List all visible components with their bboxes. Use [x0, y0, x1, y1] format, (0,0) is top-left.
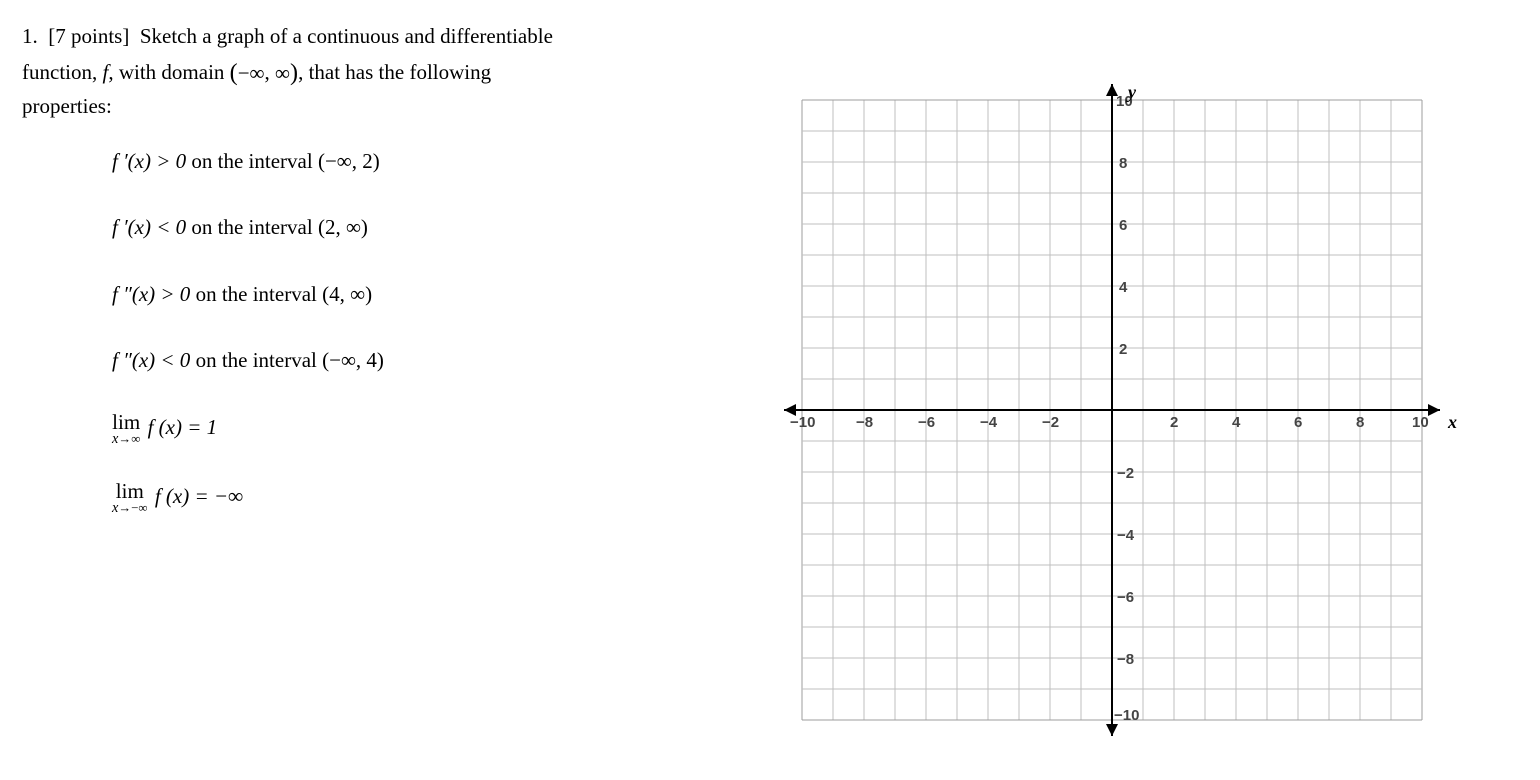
prop3-lhs: f ″(x) > 0	[112, 282, 190, 306]
property-list: f ′(x) > 0 on the interval (−∞, 2) f ′(x…	[22, 145, 702, 516]
xtick-neg10: −10	[790, 414, 815, 431]
problem-text: 1. [7 points] Sketch a graph of a contin…	[22, 20, 712, 549]
problem-number: 1.	[22, 24, 38, 48]
prop2-int: (2, ∞)	[318, 215, 368, 239]
ytick-neg4: −4	[1117, 527, 1135, 544]
prop4-int: (−∞, 4)	[322, 348, 384, 372]
prop2-lhs: f ′(x) < 0	[112, 215, 186, 239]
domain-close: )	[290, 59, 298, 86]
prop1-int: (−∞, 2)	[318, 149, 380, 173]
prop6-rhs: f (x) = −∞	[155, 484, 243, 508]
xtick-6: 6	[1294, 414, 1302, 431]
xtick-neg8: −8	[856, 414, 873, 431]
limit-6: lim x→−∞	[112, 481, 148, 515]
prop1-mid: on the interval	[186, 149, 318, 173]
page: 1. [7 points] Sketch a graph of a contin…	[22, 20, 1520, 740]
property-4: f ″(x) < 0 on the interval (−∞, 4)	[112, 344, 702, 377]
limit-5: lim x→∞	[112, 412, 140, 446]
arrow-right-icon	[1428, 404, 1440, 416]
x-axis-label: x	[1447, 412, 1457, 432]
lim5-bot: x→∞	[112, 432, 140, 446]
prop2-mid: on the interval	[186, 215, 318, 239]
graph-area: −10 −8 −6 −4 −2 2 4 6 8 10 10 8 6 4 2 −2…	[712, 20, 1502, 740]
lim5-top: lim	[112, 412, 140, 433]
intro-line2c: , that has the following	[298, 60, 491, 84]
xtick-neg2: −2	[1042, 414, 1059, 431]
xtick-neg4: −4	[980, 414, 998, 431]
ytick-4: 4	[1119, 279, 1128, 296]
property-2: f ′(x) < 0 on the interval (2, ∞)	[112, 211, 702, 244]
problem-points: [7 points]	[48, 24, 129, 48]
property-6: lim x→−∞ f (x) = −∞	[112, 480, 702, 515]
intro-line1: Sketch a graph of a continuous and diffe…	[140, 24, 553, 48]
lim6-bot: x→−∞	[112, 501, 148, 515]
coordinate-grid: −10 −8 −6 −4 −2 2 4 6 8 10 10 8 6 4 2 −2…	[722, 80, 1502, 740]
domain-comma: ,	[265, 60, 276, 84]
xtick-10: 10	[1412, 414, 1429, 431]
xtick-4: 4	[1232, 414, 1241, 431]
y-axis-label: y	[1126, 82, 1137, 102]
prop4-mid: on the interval	[190, 348, 322, 372]
problem-intro: 1. [7 points] Sketch a graph of a contin…	[22, 20, 702, 123]
prop3-mid: on the interval	[190, 282, 322, 306]
lim6-top: lim	[112, 481, 148, 502]
xtick-2: 2	[1170, 414, 1178, 431]
property-1: f ′(x) > 0 on the interval (−∞, 2)	[112, 145, 702, 178]
grid-svg: −10 −8 −6 −4 −2 2 4 6 8 10 10 8 6 4 2 −2…	[722, 80, 1502, 740]
intro-line2a: function,	[22, 60, 102, 84]
xtick-8: 8	[1356, 414, 1364, 431]
ytick-neg2: −2	[1117, 465, 1134, 482]
ytick-8: 8	[1119, 155, 1127, 172]
ytick-neg8: −8	[1117, 651, 1134, 668]
ytick-neg10: −10	[1114, 707, 1139, 724]
domain-neginf: −∞	[238, 61, 265, 85]
property-5: lim x→∞ f (x) = 1	[112, 411, 702, 446]
domain-posinf: ∞	[275, 61, 290, 85]
prop4-lhs: f ″(x) < 0	[112, 348, 190, 372]
ytick-2: 2	[1119, 341, 1127, 358]
domain-open: (	[230, 59, 238, 86]
xtick-neg6: −6	[918, 414, 935, 431]
intro-line3: properties:	[22, 94, 112, 118]
prop1-lhs: f ′(x) > 0	[112, 149, 186, 173]
prop5-rhs: f (x) = 1	[148, 415, 218, 439]
prop3-int: (4, ∞)	[322, 282, 372, 306]
ytick-6: 6	[1119, 217, 1127, 234]
property-3: f ″(x) > 0 on the interval (4, ∞)	[112, 278, 702, 311]
arrow-down-icon	[1106, 724, 1118, 736]
ytick-neg6: −6	[1117, 589, 1134, 606]
intro-line2b: , with domain	[108, 60, 229, 84]
